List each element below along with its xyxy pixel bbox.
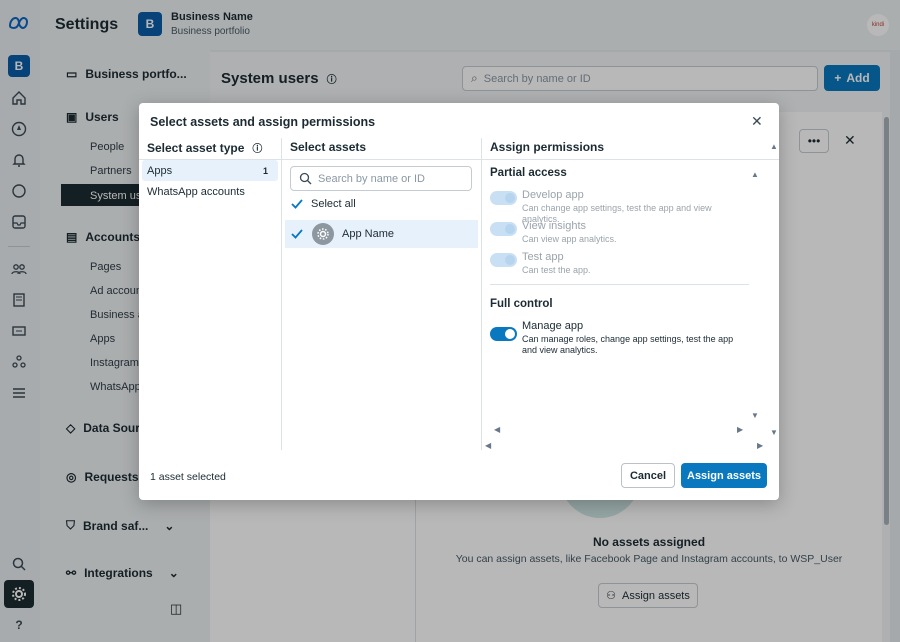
checkmark-icon[interactable]	[290, 197, 304, 211]
partial-access-heading: Partial access	[490, 167, 567, 179]
scroll-down-icon[interactable]: ▼	[770, 428, 778, 437]
scroll-up-icon[interactable]: ▲	[770, 142, 778, 151]
scroll-right-icon[interactable]: ▶	[757, 441, 763, 450]
view-insights-toggle[interactable]	[490, 222, 517, 236]
asset-search-input[interactable]: Search by name or ID	[290, 166, 472, 191]
test-app-toggle[interactable]	[490, 253, 517, 267]
select-assets-header: Select assets	[290, 140, 367, 154]
dialog-close-icon[interactable]: ✕	[751, 113, 763, 130]
assign-assets-button[interactable]: Assign assets	[681, 463, 767, 488]
app-gear-icon	[312, 223, 334, 245]
select-all-row[interactable]: Select all	[290, 197, 356, 211]
asset-type-whatsapp[interactable]: WhatsApp accounts	[147, 186, 245, 198]
assign-permissions-dialog: Select assets and assign permissions ✕ S…	[139, 103, 779, 500]
dialog-title: Select assets and assign permissions	[150, 115, 376, 129]
inner-scroll-right-icon[interactable]: ▶	[737, 425, 743, 434]
asset-type-count: 1	[263, 166, 269, 176]
info-icon: ⓘ	[252, 144, 263, 155]
scroll-left-icon[interactable]: ◀	[485, 441, 491, 450]
asset-type-header: Select asset type ⓘ	[147, 140, 263, 156]
manage-app-toggle[interactable]	[490, 327, 517, 341]
checkmark-icon[interactable]	[290, 227, 304, 241]
inner-scroll-up-icon[interactable]: ▲	[751, 170, 759, 179]
asset-type-apps[interactable]: Apps	[147, 165, 172, 177]
develop-app-toggle[interactable]	[490, 191, 517, 205]
selection-status: 1 asset selected	[150, 471, 226, 483]
full-control-heading: Full control	[490, 298, 553, 310]
inner-scroll-down-icon[interactable]: ▼	[751, 411, 759, 420]
asset-item[interactable]: App Name	[290, 223, 394, 245]
assign-permissions-header: Assign permissions	[490, 140, 605, 154]
search-icon	[299, 172, 312, 185]
inner-scroll-left-icon[interactable]: ◀	[494, 425, 500, 434]
cancel-button[interactable]: Cancel	[621, 463, 675, 488]
